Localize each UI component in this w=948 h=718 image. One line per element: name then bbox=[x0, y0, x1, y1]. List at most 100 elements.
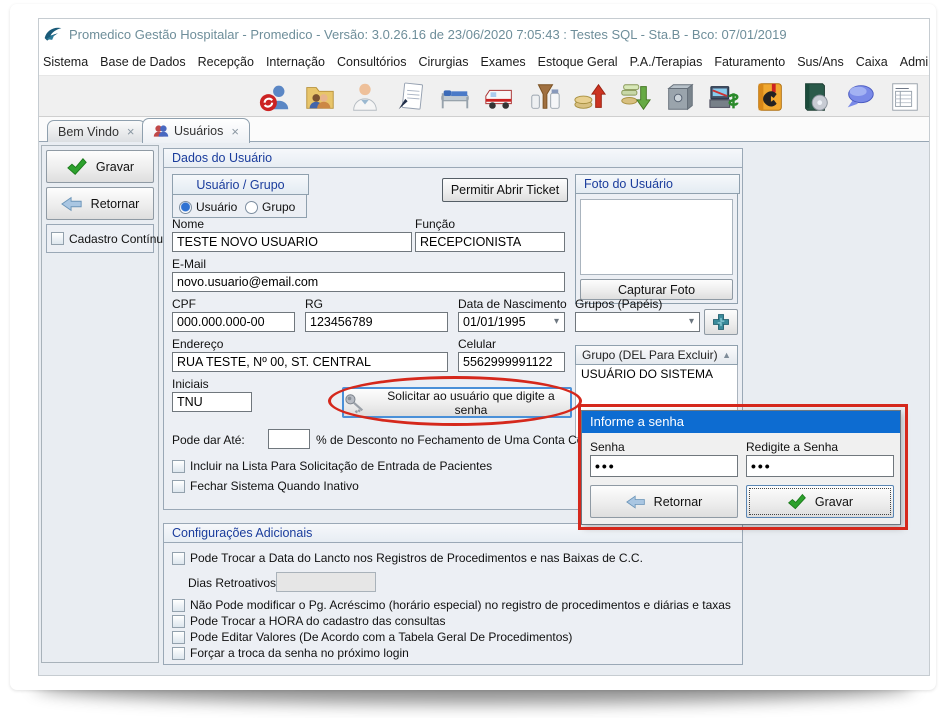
dialog-retornar-button[interactable]: Retornar bbox=[590, 485, 738, 518]
menu-item-consultorios[interactable]: Consultórios bbox=[337, 55, 406, 69]
cadastro-continuo-checkbox[interactable]: Cadastro Contínuo bbox=[46, 224, 154, 253]
usuario-grupo-header: Usuário / Grupo bbox=[172, 174, 309, 195]
permitir-abrir-ticket-button[interactable]: Permitir Abrir Ticket bbox=[442, 178, 568, 202]
window-title: Promedico Gestão Hospitalar - Promedico … bbox=[69, 27, 787, 42]
cash-register-icon[interactable] bbox=[706, 78, 744, 116]
checkbox-nao-pode-pg-acrescimo[interactable]: Não Pode modificar o Pg. Acréscimo (horá… bbox=[172, 598, 731, 612]
email-input[interactable] bbox=[172, 272, 565, 292]
nome-input[interactable] bbox=[172, 232, 412, 252]
email-label: E-Mail bbox=[172, 257, 206, 271]
check-icon bbox=[787, 492, 807, 512]
cpf-input[interactable] bbox=[172, 312, 295, 332]
grupo-list-header[interactable]: Grupo (DEL Para Excluir) ▲ bbox=[575, 345, 738, 365]
sort-asc-icon[interactable]: ▲ bbox=[722, 350, 731, 360]
desconto-input[interactable] bbox=[268, 429, 310, 449]
menu-item-sus-ans[interactable]: Sus/Ans bbox=[797, 55, 844, 69]
checkbox-fechar-sistema[interactable]: Fechar Sistema Quando Inativo bbox=[172, 479, 359, 493]
menu-item-pa-terapias[interactable]: P.A./Terapias bbox=[630, 55, 703, 69]
funcao-input[interactable] bbox=[415, 232, 565, 252]
users-icon bbox=[153, 123, 169, 139]
check-icon bbox=[66, 156, 88, 178]
doctor-icon[interactable] bbox=[346, 78, 384, 116]
menu-item-internacao[interactable]: Internação bbox=[266, 55, 325, 69]
folder-users-icon[interactable] bbox=[301, 78, 339, 116]
menu-item-faturamento[interactable]: Faturamento bbox=[714, 55, 785, 69]
checkbox-trocar-hora[interactable]: Pode Trocar a HORA do cadastro das consu… bbox=[172, 614, 445, 628]
radio-usuario[interactable]: Usuário bbox=[179, 200, 237, 214]
tab-close-icon[interactable]: × bbox=[231, 124, 239, 139]
tabbar: Bem Vindo × Usuários × bbox=[39, 117, 929, 142]
tab-close-icon[interactable]: × bbox=[127, 124, 135, 139]
menu-item-sistema[interactable]: Sistema bbox=[43, 55, 88, 69]
radio-grupo-label: Grupo bbox=[262, 200, 295, 214]
menu-item-caixa[interactable]: Caixa bbox=[856, 55, 888, 69]
checkbox-editar-valores[interactable]: Pode Editar Valores (De Acordo com a Tab… bbox=[172, 630, 572, 644]
radio-grupo[interactable]: Grupo bbox=[245, 200, 295, 214]
gravar-sidebar-button[interactable]: Gravar bbox=[46, 150, 154, 183]
tab-usuarios[interactable]: Usuários × bbox=[142, 118, 250, 143]
menu-item-cirurgias[interactable]: Cirurgias bbox=[419, 55, 469, 69]
redigite-senha-input[interactable] bbox=[746, 455, 894, 477]
rg-input[interactable] bbox=[305, 312, 448, 332]
add-plus-icon bbox=[711, 312, 731, 332]
checkbox-box[interactable] bbox=[172, 615, 185, 628]
menu-item-recepcao[interactable]: Recepção bbox=[198, 55, 254, 69]
endereco-input[interactable] bbox=[172, 352, 448, 372]
grupos-papeis-combo[interactable]: ▾ bbox=[575, 312, 700, 332]
grupo-list-row[interactable]: USUÁRIO DO SISTEMA bbox=[576, 365, 737, 383]
chat-icon[interactable] bbox=[841, 78, 879, 116]
money-down-icon[interactable] bbox=[616, 78, 654, 116]
checkbox-label: Pode Trocar a HORA do cadastro das consu… bbox=[190, 614, 445, 628]
data-nascimento-combo[interactable]: 01/01/1995 ▾ bbox=[458, 312, 565, 332]
chevron-down-icon[interactable]: ▾ bbox=[554, 313, 559, 331]
report-icon[interactable] bbox=[886, 78, 924, 116]
grupos-papeis-label: Grupos (Papéis) bbox=[575, 297, 662, 311]
menu-item-exames[interactable]: Exames bbox=[481, 55, 526, 69]
checkbox-trocar-data-lancto[interactable]: Pode Trocar a Data do Lancto nos Registr… bbox=[172, 551, 643, 565]
menu-item-estoque-geral[interactable]: Estoque Geral bbox=[538, 55, 618, 69]
senha-input[interactable] bbox=[590, 455, 738, 477]
solicitar-senha-button[interactable]: Solicitar ao usuário que digite a senha bbox=[342, 387, 572, 418]
phonebook-icon[interactable] bbox=[751, 78, 789, 116]
safe-icon[interactable] bbox=[661, 78, 699, 116]
foto-usuario-panel: Foto do Usuário Capturar Foto bbox=[575, 174, 738, 304]
menu-item-administracao[interactable]: Administração bbox=[900, 55, 929, 69]
window-frame: Promedico Gestão Hospitalar - Promedico … bbox=[10, 4, 936, 690]
foto-preview bbox=[580, 199, 733, 275]
checkbox-incluir-lista[interactable]: Incluir na Lista Para Solicitação de Ent… bbox=[172, 459, 492, 473]
checkbox-box[interactable] bbox=[51, 232, 64, 245]
radio-dot[interactable] bbox=[179, 201, 192, 214]
checkbox-box[interactable] bbox=[172, 599, 185, 612]
checkbox-box[interactable] bbox=[172, 552, 185, 565]
radio-usuario-label: Usuário bbox=[196, 200, 237, 214]
sync-users-icon[interactable] bbox=[256, 78, 294, 116]
pharmacy-icon[interactable] bbox=[526, 78, 564, 116]
checkbox-label: Incluir na Lista Para Solicitação de Ent… bbox=[190, 459, 492, 473]
checkbox-box[interactable] bbox=[172, 631, 185, 644]
contract-icon[interactable] bbox=[391, 78, 429, 116]
menu-item-base-de-dados[interactable]: Base de Dados bbox=[100, 55, 185, 69]
checkbox-box[interactable] bbox=[172, 480, 185, 493]
foto-usuario-header: Foto do Usuário bbox=[575, 174, 740, 194]
hospital-bed-icon[interactable] bbox=[436, 78, 474, 116]
celular-label: Celular bbox=[458, 337, 496, 351]
iniciais-input[interactable] bbox=[172, 392, 252, 412]
money-up-icon[interactable] bbox=[571, 78, 609, 116]
celular-input[interactable] bbox=[458, 352, 565, 372]
manual-book-icon[interactable] bbox=[796, 78, 834, 116]
dias-retroativos-input bbox=[276, 572, 376, 592]
desconto-suffix-label: % de Desconto no Fechamento de Uma Conta… bbox=[316, 433, 615, 447]
chevron-down-icon[interactable]: ▾ bbox=[689, 313, 694, 331]
ambulance-icon[interactable] bbox=[481, 78, 519, 116]
data-nascimento-value: 01/01/1995 bbox=[463, 315, 526, 329]
add-grupo-button[interactable] bbox=[704, 309, 738, 335]
dialog-gravar-button[interactable]: Gravar bbox=[746, 485, 894, 518]
senha-label: Senha bbox=[590, 440, 625, 454]
checkbox-box[interactable] bbox=[172, 647, 185, 660]
config-adicionais-group: Configurações Adicionais Pode Trocar a D… bbox=[163, 523, 743, 665]
checkbox-box[interactable] bbox=[172, 460, 185, 473]
tab-bem-vindo[interactable]: Bem Vindo × bbox=[47, 120, 146, 142]
checkbox-forcar-troca-senha[interactable]: Forçar a troca da senha no próximo login bbox=[172, 646, 409, 660]
retornar-sidebar-button[interactable]: Retornar bbox=[46, 187, 154, 220]
radio-dot[interactable] bbox=[245, 201, 258, 214]
